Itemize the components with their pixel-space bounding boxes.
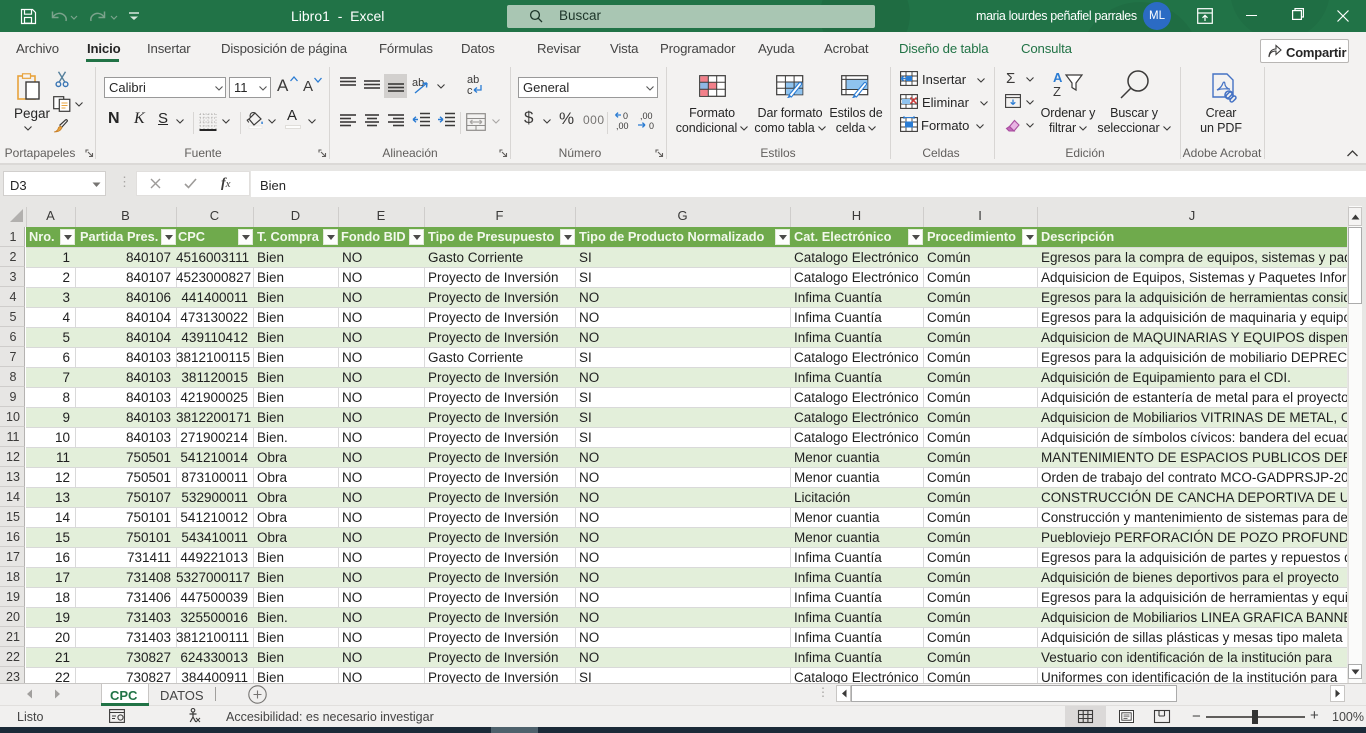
- svg-text:c: c: [467, 85, 473, 97]
- svg-text:,00: ,00: [616, 121, 629, 131]
- svg-text:0: 0: [623, 111, 628, 121]
- svg-text:Z: Z: [1053, 84, 1061, 99]
- svg-text:A: A: [1053, 70, 1063, 85]
